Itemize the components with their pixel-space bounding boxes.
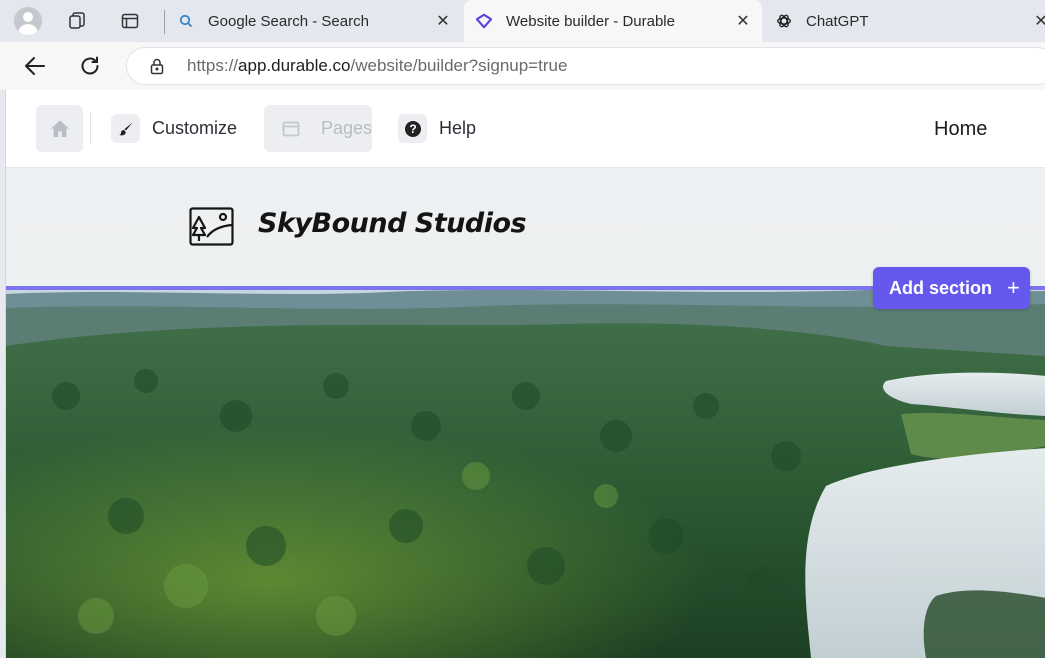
image-placeholder-icon[interactable] <box>189 207 234 246</box>
profile-button[interactable] <box>12 6 44 36</box>
tab-bar-separator <box>164 10 165 34</box>
tab-title: ChatGPT <box>806 12 869 30</box>
customize-button[interactable]: Customize <box>111 105 237 152</box>
builder-toolbar: Customize Pages ? Help Home <box>6 90 1045 168</box>
paintbrush-icon <box>111 114 140 143</box>
tab-title: Website builder - Durable <box>506 12 675 30</box>
back-button[interactable] <box>20 51 50 81</box>
help-label: Help <box>439 118 477 138</box>
site-brand-name[interactable]: SkyBound Studios <box>258 208 527 239</box>
chatgpt-logo-icon <box>776 13 792 29</box>
help-button[interactable]: ? Help <box>398 105 476 152</box>
back-arrow-icon <box>25 57 45 75</box>
workspaces-icon <box>69 12 85 29</box>
add-section-button[interactable]: Add section + <box>873 267 1030 309</box>
url-prefix: https:// <box>187 56 239 75</box>
tab-title: Google Search - Search <box>208 12 369 30</box>
url-domain: app.durable.co <box>238 56 351 75</box>
plus-icon: + <box>1007 275 1020 300</box>
url-path: /website/builder?signup=true <box>350 56 568 75</box>
svg-text:?: ? <box>409 122 416 136</box>
url-text: https://app.durable.co/website/builder?s… <box>187 56 567 76</box>
builder-page: Customize Pages ? Help Home SkyBound Stu… <box>5 90 1045 658</box>
close-tab-icon[interactable]: ✕ <box>734 12 752 30</box>
durable-logo-icon <box>476 13 492 29</box>
pages-icon <box>280 114 303 143</box>
toolbar-divider <box>90 112 91 144</box>
hero-landscape-image <box>6 286 1045 658</box>
workspaces-button[interactable] <box>61 6 93 36</box>
lock-icon[interactable] <box>149 57 165 75</box>
close-tab-icon[interactable]: ✕ <box>1032 12 1045 30</box>
dashboard-home-button[interactable] <box>36 105 83 152</box>
pages-label: Pages <box>320 118 372 138</box>
reload-button[interactable] <box>75 51 105 81</box>
tab-website-builder[interactable]: Website builder - Durable ✕ <box>464 0 762 42</box>
vertical-tabs-button[interactable] <box>114 6 146 36</box>
profile-avatar-icon <box>14 7 42 35</box>
tab-actions-icon <box>121 13 139 29</box>
add-section-label: Add section <box>889 277 993 298</box>
pages-button[interactable]: Pages <box>264 105 372 152</box>
site-nav-home-link[interactable]: Home <box>934 118 987 141</box>
home-icon <box>50 120 69 137</box>
browser-nav-bar: https://app.durable.co/website/builder?s… <box>0 42 1045 90</box>
customize-label: Customize <box>152 118 238 138</box>
search-icon <box>178 13 194 29</box>
reload-icon <box>81 56 99 75</box>
browser-tab-bar: Google Search - Search ✕ Website builder… <box>0 0 1045 42</box>
tab-google-search[interactable]: Google Search - Search ✕ <box>166 0 462 42</box>
address-bar[interactable]: https://app.durable.co/website/builder?s… <box>126 47 1045 85</box>
close-tab-icon[interactable]: ✕ <box>434 12 452 30</box>
tab-chatgpt[interactable]: ChatGPT ✕ <box>764 0 1045 42</box>
hero-section: SkyBound Studios Add section + <box>6 168 1045 658</box>
help-icon: ? <box>398 114 427 143</box>
